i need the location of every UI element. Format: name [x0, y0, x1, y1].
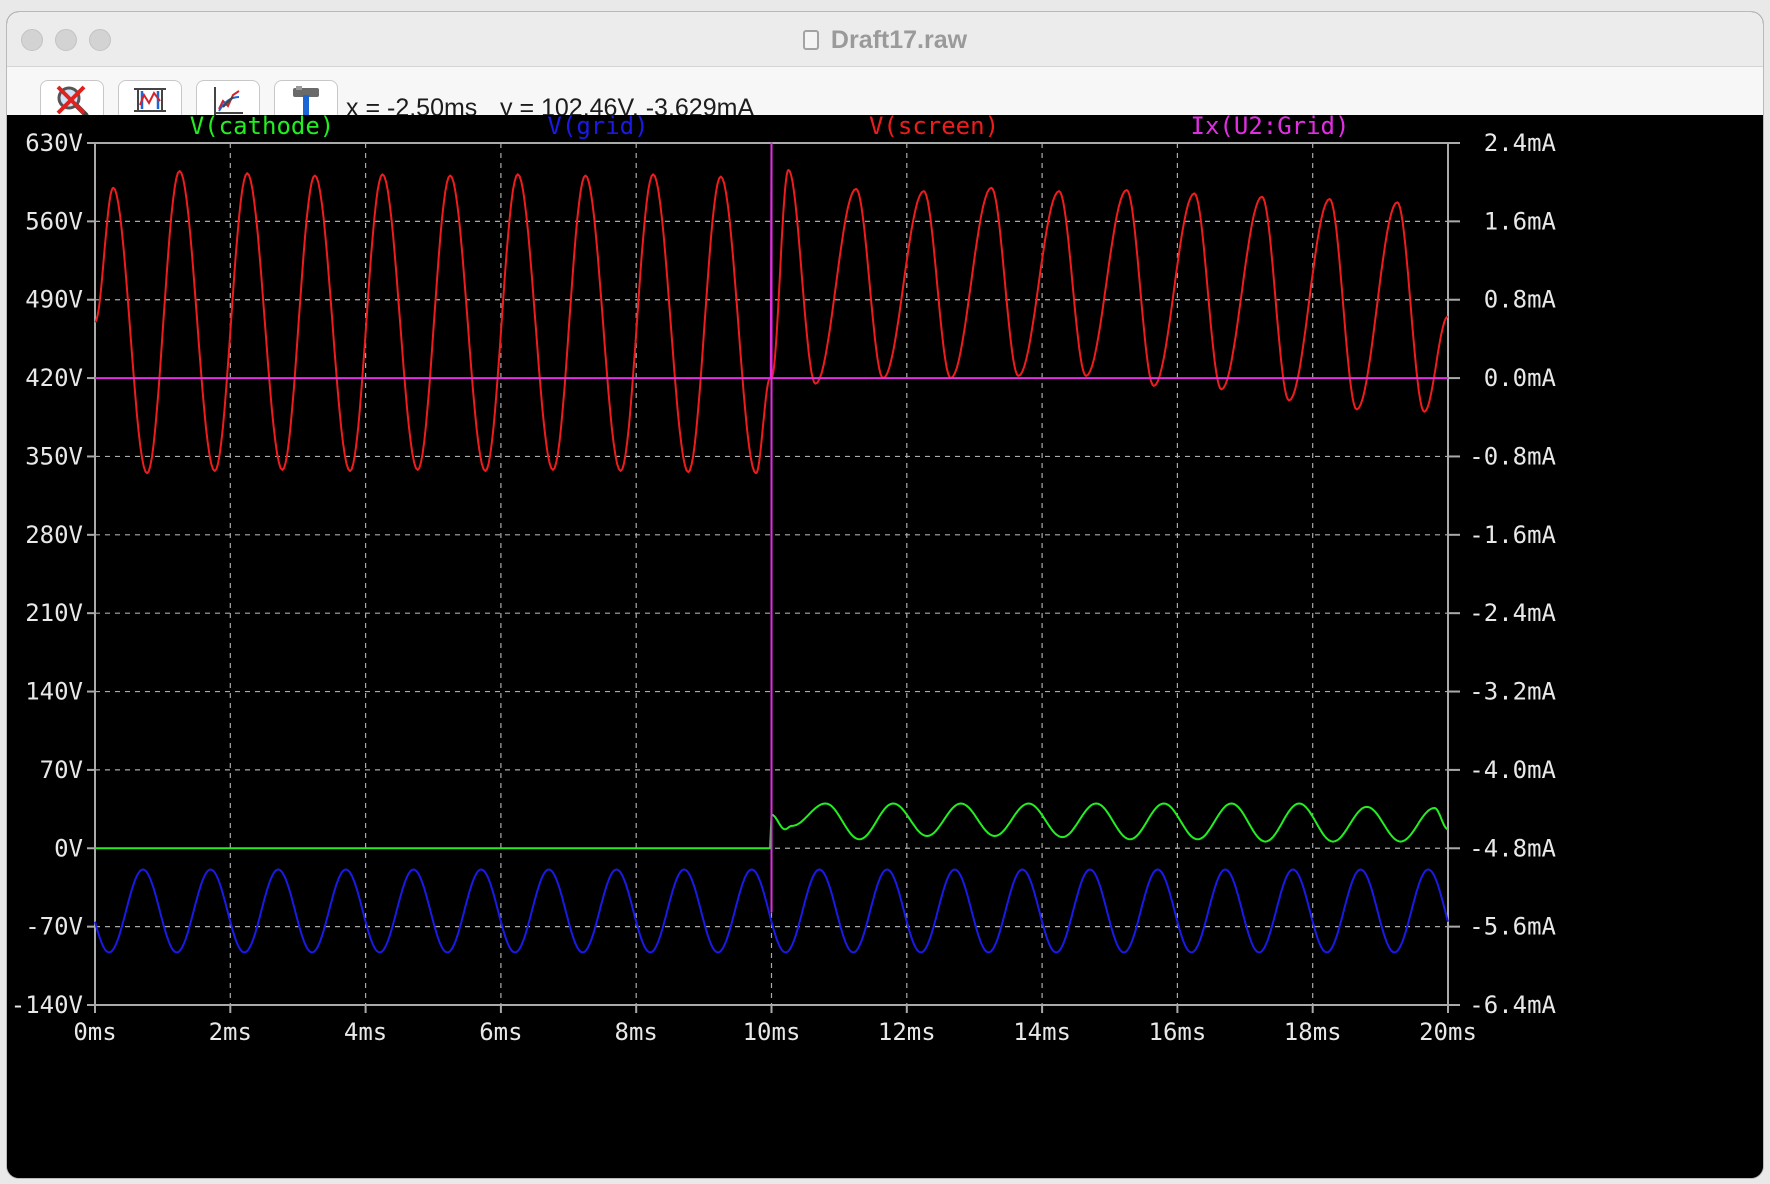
- y-left-tick-label: 560V: [25, 207, 83, 235]
- y-left-tick-label: 350V: [25, 442, 83, 470]
- y-left-tick-label: 280V: [25, 521, 83, 549]
- x-tick-label: 8ms: [615, 1018, 658, 1046]
- y-right-tick-label: -5.6mA: [1469, 913, 1556, 941]
- y-right-tick-label: 0.8mA: [1484, 286, 1557, 314]
- y-left-tick-label: 140V: [25, 678, 83, 706]
- y-left-tick-label: -140V: [11, 991, 83, 1019]
- y-right-tick-label: -1.6mA: [1469, 521, 1556, 549]
- legend-v-screen: V(screen): [869, 112, 999, 140]
- y-right-tick-label: -6.4mA: [1469, 991, 1556, 1019]
- legend-ix-u2-grid: Ix(U2:Grid): [1191, 112, 1350, 140]
- y-right-tick-label: -2.4mA: [1469, 599, 1556, 627]
- y-right-tick-label: 1.6mA: [1484, 207, 1557, 235]
- legend-v-cathode: V(cathode): [190, 112, 335, 140]
- x-tick-label: 12ms: [878, 1018, 936, 1046]
- y-left-tick-label: 0V: [54, 834, 83, 862]
- y-right-tick-label: -3.2mA: [1469, 678, 1556, 706]
- y-right-tick-label: 2.4mA: [1484, 129, 1557, 157]
- y-right-tick-label: -0.8mA: [1469, 442, 1556, 470]
- y-left-tick-label: 420V: [25, 364, 83, 392]
- x-tick-label: 14ms: [1013, 1018, 1071, 1046]
- y-left-tick-label: 70V: [40, 756, 83, 784]
- x-tick-label: 18ms: [1284, 1018, 1342, 1046]
- legend-v-grid: V(grid): [547, 112, 648, 140]
- y-left-tick-label: 630V: [25, 129, 83, 157]
- y-right-tick-label: 0.0mA: [1484, 364, 1557, 392]
- y-right-tick-label: -4.8mA: [1469, 834, 1556, 862]
- x-tick-label: 2ms: [209, 1018, 252, 1046]
- x-tick-label: 6ms: [479, 1018, 522, 1046]
- x-tick-label: 20ms: [1419, 1018, 1477, 1046]
- x-tick-label: 16ms: [1149, 1018, 1207, 1046]
- waveform-window: Draft17.raw x = -2.50ms y = 102.46V, -3.…: [7, 12, 1763, 1178]
- x-tick-label: 0ms: [73, 1018, 116, 1046]
- y-left-tick-label: -70V: [25, 913, 83, 941]
- y-left-tick-label: 210V: [25, 599, 83, 627]
- waveform-plot[interactable]: 0ms 2ms 4ms 6ms 8ms 10ms 12ms 14ms 16ms 18ms 20ms 6…: [7, 12, 1763, 1178]
- y-left-tick-label: 490V: [25, 286, 83, 314]
- y-right-tick-label: -4.0mA: [1469, 756, 1556, 784]
- x-tick-label: 4ms: [344, 1018, 387, 1046]
- x-tick-label: 10ms: [743, 1018, 801, 1046]
